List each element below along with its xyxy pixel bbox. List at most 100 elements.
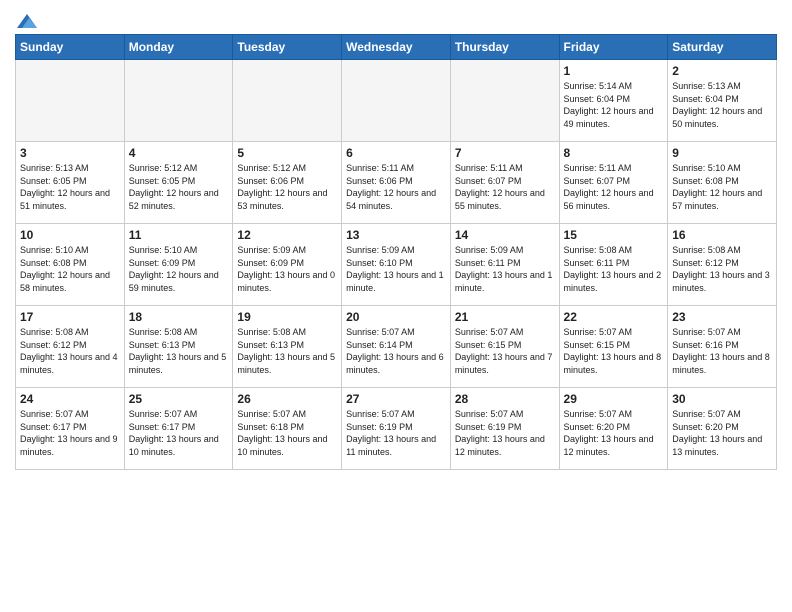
calendar-cell: 1 Sunrise: 5:14 AMSunset: 6:04 PMDaylight… bbox=[559, 60, 668, 142]
weekday-header-sunday: Sunday bbox=[16, 35, 125, 60]
calendar-cell: 11 Sunrise: 5:10 AMSunset: 6:09 PMDayligh… bbox=[124, 224, 233, 306]
day-info: Sunrise: 5:12 AMSunset: 6:05 PMDaylight:… bbox=[129, 162, 229, 212]
day-number: 2 bbox=[672, 64, 772, 78]
day-number: 10 bbox=[20, 228, 120, 242]
calendar-cell: 5Sunrise: 5:12 AMSunset: 6:06 PMDaylight… bbox=[233, 142, 342, 224]
day-number: 19 bbox=[237, 310, 337, 324]
day-info: Sunrise: 5:07 AMSunset: 6:20 PMDaylight:… bbox=[564, 408, 664, 458]
weekday-header-friday: Friday bbox=[559, 35, 668, 60]
calendar-cell: 4 Sunrise: 5:12 AMSunset: 6:05 PMDaylight… bbox=[124, 142, 233, 224]
day-info: Sunrise: 5:11 AMSunset: 6:07 PMDaylight:… bbox=[455, 162, 555, 212]
day-number: 20 bbox=[346, 310, 446, 324]
calendar-cell: 13 Sunrise: 5:09 AMSunset: 6:10 PMDayligh… bbox=[342, 224, 451, 306]
day-number: 23 bbox=[672, 310, 772, 324]
day-number: 12 bbox=[237, 228, 337, 242]
calendar-cell: 14 Sunrise: 5:09 AMSunset: 6:11 PMDayligh… bbox=[450, 224, 559, 306]
week-row-0: 1 Sunrise: 5:14 AMSunset: 6:04 PMDaylight… bbox=[16, 60, 777, 142]
calendar-cell: 22Sunrise: 5:07 AMSunset: 6:15 PMDayligh… bbox=[559, 306, 668, 388]
day-info: Sunrise: 5:08 AMSunset: 6:11 PMDaylight:… bbox=[564, 244, 664, 294]
calendar-cell bbox=[16, 60, 125, 142]
logo-icon bbox=[17, 14, 37, 28]
day-info: Sunrise: 5:08 AMSunset: 6:12 PMDaylight:… bbox=[20, 326, 120, 376]
day-info: Sunrise: 5:07 AMSunset: 6:15 PMDaylight:… bbox=[564, 326, 664, 376]
calendar-cell: 15 Sunrise: 5:08 AMSunset: 6:11 PMDayligh… bbox=[559, 224, 668, 306]
calendar-cell: 30 Sunrise: 5:07 AMSunset: 6:20 PMDayligh… bbox=[668, 388, 777, 470]
day-info: Sunrise: 5:07 AMSunset: 6:19 PMDaylight:… bbox=[455, 408, 555, 458]
day-info: Sunrise: 5:10 AMSunset: 6:09 PMDaylight:… bbox=[129, 244, 229, 294]
calendar-cell: 29 Sunrise: 5:07 AMSunset: 6:20 PMDayligh… bbox=[559, 388, 668, 470]
day-info: Sunrise: 5:07 AMSunset: 6:18 PMDaylight:… bbox=[237, 408, 337, 458]
day-info: Sunrise: 5:08 AMSunset: 6:12 PMDaylight:… bbox=[672, 244, 772, 294]
day-number: 6 bbox=[346, 146, 446, 160]
day-number: 28 bbox=[455, 392, 555, 406]
calendar-cell: 6 Sunrise: 5:11 AMSunset: 6:06 PMDaylight… bbox=[342, 142, 451, 224]
week-row-4: 24 Sunrise: 5:07 AMSunset: 6:17 PMDayligh… bbox=[16, 388, 777, 470]
day-number: 27 bbox=[346, 392, 446, 406]
calendar-cell: 16 Sunrise: 5:08 AMSunset: 6:12 PMDayligh… bbox=[668, 224, 777, 306]
calendar-cell: 23 Sunrise: 5:07 AMSunset: 6:16 PMDayligh… bbox=[668, 306, 777, 388]
weekday-header-thursday: Thursday bbox=[450, 35, 559, 60]
weekday-header-wednesday: Wednesday bbox=[342, 35, 451, 60]
day-number: 13 bbox=[346, 228, 446, 242]
calendar-cell: 25 Sunrise: 5:07 AMSunset: 6:17 PMDayligh… bbox=[124, 388, 233, 470]
week-row-1: 3 Sunrise: 5:13 AMSunset: 6:05 PMDaylight… bbox=[16, 142, 777, 224]
day-info: Sunrise: 5:07 AMSunset: 6:14 PMDaylight:… bbox=[346, 326, 446, 376]
day-info: Sunrise: 5:07 AMSunset: 6:15 PMDaylight:… bbox=[455, 326, 555, 376]
day-info: Sunrise: 5:09 AMSunset: 6:11 PMDaylight:… bbox=[455, 244, 555, 294]
day-number: 5 bbox=[237, 146, 337, 160]
day-number: 3 bbox=[20, 146, 120, 160]
calendar-cell bbox=[124, 60, 233, 142]
calendar-cell: 3 Sunrise: 5:13 AMSunset: 6:05 PMDaylight… bbox=[16, 142, 125, 224]
day-number: 11 bbox=[129, 228, 229, 242]
calendar-cell bbox=[342, 60, 451, 142]
day-info: Sunrise: 5:09 AMSunset: 6:10 PMDaylight:… bbox=[346, 244, 446, 294]
day-number: 30 bbox=[672, 392, 772, 406]
day-number: 17 bbox=[20, 310, 120, 324]
day-number: 14 bbox=[455, 228, 555, 242]
calendar-cell: 19 Sunrise: 5:08 AMSunset: 6:13 PMDayligh… bbox=[233, 306, 342, 388]
calendar-cell: 10 Sunrise: 5:10 AMSunset: 6:08 PMDayligh… bbox=[16, 224, 125, 306]
day-info: Sunrise: 5:13 AMSunset: 6:05 PMDaylight:… bbox=[20, 162, 120, 212]
day-number: 24 bbox=[20, 392, 120, 406]
weekday-header-tuesday: Tuesday bbox=[233, 35, 342, 60]
day-info: Sunrise: 5:07 AMSunset: 6:16 PMDaylight:… bbox=[672, 326, 772, 376]
day-number: 18 bbox=[129, 310, 229, 324]
weekday-header-saturday: Saturday bbox=[668, 35, 777, 60]
calendar-cell: 7 Sunrise: 5:11 AMSunset: 6:07 PMDaylight… bbox=[450, 142, 559, 224]
day-number: 8 bbox=[564, 146, 664, 160]
day-number: 16 bbox=[672, 228, 772, 242]
day-number: 1 bbox=[564, 64, 664, 78]
weekday-header-row: SundayMondayTuesdayWednesdayThursdayFrid… bbox=[16, 35, 777, 60]
calendar-cell: 27Sunrise: 5:07 AMSunset: 6:19 PMDayligh… bbox=[342, 388, 451, 470]
day-number: 7 bbox=[455, 146, 555, 160]
calendar-table: SundayMondayTuesdayWednesdayThursdayFrid… bbox=[15, 34, 777, 470]
calendar-cell: 8Sunrise: 5:11 AMSunset: 6:07 PMDaylight… bbox=[559, 142, 668, 224]
day-info: Sunrise: 5:08 AMSunset: 6:13 PMDaylight:… bbox=[237, 326, 337, 376]
calendar-cell: 12Sunrise: 5:09 AMSunset: 6:09 PMDayligh… bbox=[233, 224, 342, 306]
logo bbox=[15, 10, 37, 28]
day-info: Sunrise: 5:07 AMSunset: 6:17 PMDaylight:… bbox=[129, 408, 229, 458]
day-info: Sunrise: 5:07 AMSunset: 6:20 PMDaylight:… bbox=[672, 408, 772, 458]
day-number: 29 bbox=[564, 392, 664, 406]
day-info: Sunrise: 5:08 AMSunset: 6:13 PMDaylight:… bbox=[129, 326, 229, 376]
day-info: Sunrise: 5:14 AMSunset: 6:04 PMDaylight:… bbox=[564, 80, 664, 130]
weekday-header-monday: Monday bbox=[124, 35, 233, 60]
calendar-cell: 26 Sunrise: 5:07 AMSunset: 6:18 PMDayligh… bbox=[233, 388, 342, 470]
day-number: 21 bbox=[455, 310, 555, 324]
calendar-cell bbox=[450, 60, 559, 142]
day-number: 25 bbox=[129, 392, 229, 406]
header bbox=[15, 10, 777, 28]
calendar-cell: 24Sunrise: 5:07 AMSunset: 6:17 PMDayligh… bbox=[16, 388, 125, 470]
day-number: 9 bbox=[672, 146, 772, 160]
day-info: Sunrise: 5:11 AMSunset: 6:06 PMDaylight:… bbox=[346, 162, 446, 212]
calendar-cell: 9Sunrise: 5:10 AMSunset: 6:08 PMDaylight… bbox=[668, 142, 777, 224]
calendar-cell: 18 Sunrise: 5:08 AMSunset: 6:13 PMDayligh… bbox=[124, 306, 233, 388]
calendar-cell: 17 Sunrise: 5:08 AMSunset: 6:12 PMDayligh… bbox=[16, 306, 125, 388]
day-info: Sunrise: 5:10 AMSunset: 6:08 PMDaylight:… bbox=[20, 244, 120, 294]
day-number: 4 bbox=[129, 146, 229, 160]
day-number: 26 bbox=[237, 392, 337, 406]
week-row-2: 10 Sunrise: 5:10 AMSunset: 6:08 PMDayligh… bbox=[16, 224, 777, 306]
week-row-3: 17 Sunrise: 5:08 AMSunset: 6:12 PMDayligh… bbox=[16, 306, 777, 388]
calendar-cell: 28 Sunrise: 5:07 AMSunset: 6:19 PMDayligh… bbox=[450, 388, 559, 470]
day-number: 15 bbox=[564, 228, 664, 242]
